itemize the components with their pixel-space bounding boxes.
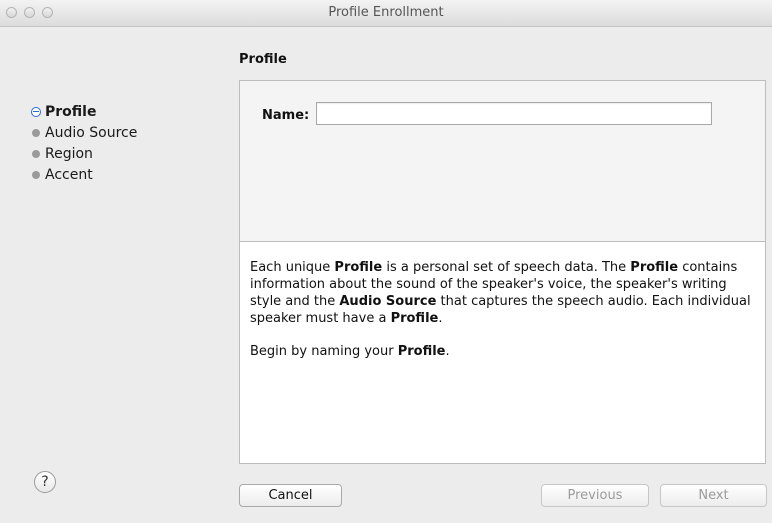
- pending-step-dot-icon: [32, 170, 40, 179]
- step-label: Accent: [45, 166, 93, 183]
- cancel-button[interactable]: Cancel: [239, 484, 342, 507]
- step-label: Audio Source: [45, 124, 138, 141]
- next-button[interactable]: Next: [660, 484, 767, 507]
- instruction-paragraph: Begin by naming your Profile.: [250, 344, 450, 359]
- steps-sidebar: Profile Audio Source Region Accent: [30, 101, 220, 185]
- current-step-icon: [31, 106, 41, 117]
- step-audio-source: Audio Source: [30, 122, 220, 143]
- profile-enrollment-window: Profile Enrollment Profile Audio Source …: [0, 0, 772, 523]
- title-bar: Profile Enrollment: [0, 0, 772, 27]
- name-label: Name:: [262, 108, 310, 123]
- name-input[interactable]: [316, 102, 712, 125]
- step-label: Profile: [45, 103, 97, 120]
- step-profile: Profile: [30, 101, 220, 122]
- previous-button[interactable]: Previous: [541, 484, 649, 507]
- step-label: Region: [45, 145, 93, 162]
- step-region: Region: [30, 143, 220, 164]
- description-paragraph: Each unique Profile is a personal set of…: [250, 260, 751, 326]
- pending-step-dot-icon: [32, 149, 40, 158]
- help-button[interactable]: ?: [34, 471, 56, 493]
- step-accent: Accent: [30, 164, 220, 185]
- pending-step-dot-icon: [32, 128, 40, 137]
- section-title: Profile: [239, 52, 287, 67]
- description-panel: Each unique Profile is a personal set of…: [239, 242, 766, 464]
- profile-form-panel: Name:: [239, 80, 766, 242]
- window-title: Profile Enrollment: [328, 5, 444, 20]
